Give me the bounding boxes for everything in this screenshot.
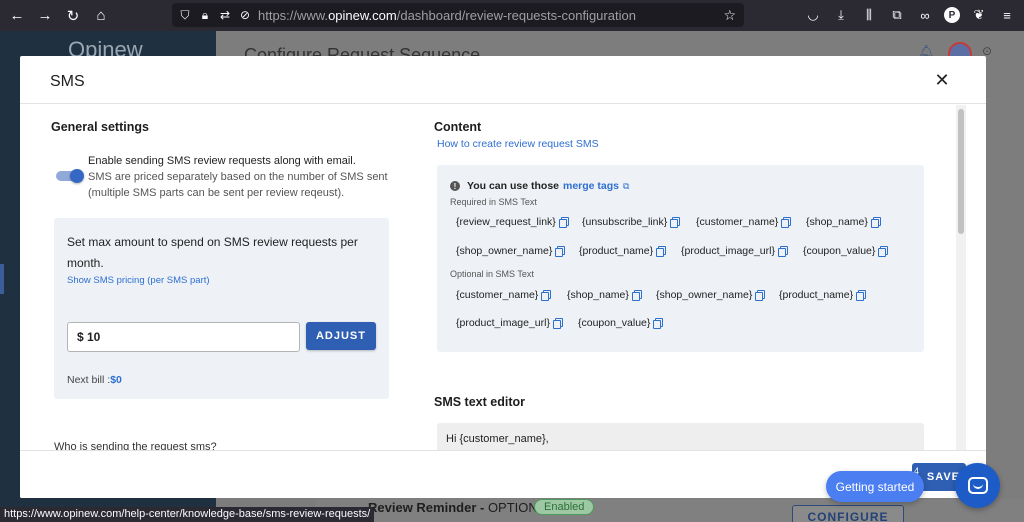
chat-launcher-button[interactable] xyxy=(955,463,1000,508)
copy-icon[interactable] xyxy=(670,217,681,228)
general-settings-heading: General settings xyxy=(51,120,149,134)
merge-tag[interactable]: {coupon_value} xyxy=(803,245,889,257)
shield-icon[interactable]: ⛉ xyxy=(178,8,192,23)
copy-icon[interactable] xyxy=(555,246,566,257)
browser-toolbar: ← → ↻ ⌂ ⛉ 🔒︎ ⇄ ⊘ https://www.opinew.com/… xyxy=(0,0,1024,31)
chat-icon xyxy=(967,477,988,494)
sms-editor-heading: SMS text editor xyxy=(434,395,525,409)
sms-modal: SMS ✕ General settings Enable sending SM… xyxy=(20,56,986,498)
copy-icon[interactable] xyxy=(552,318,563,329)
downloads-icon[interactable]: ⤓ xyxy=(832,5,850,25)
bookmark-star-icon[interactable]: ☆ xyxy=(723,7,736,24)
merge-tag[interactable]: {coupon_value} xyxy=(578,317,664,329)
merge-tags-panel: ! You can use those merge tags ⧉ Require… xyxy=(437,165,924,352)
modal-header: SMS ✕ xyxy=(20,56,986,104)
modal-scrollbar[interactable] xyxy=(956,105,966,450)
copy-icon[interactable] xyxy=(856,290,867,301)
back-icon[interactable]: ← xyxy=(4,3,30,29)
reload-icon[interactable]: ↻ xyxy=(60,3,86,29)
budget-title: Set max amount to spend on SMS review re… xyxy=(67,235,358,270)
max-amount-input[interactable]: $ 10 xyxy=(67,322,300,352)
merge-tag[interactable]: {shop_owner_name} xyxy=(456,245,566,257)
merge-tag[interactable]: {product_image_url} xyxy=(681,245,788,257)
merge-tag[interactable]: {shop_owner_name} xyxy=(656,289,766,301)
modal-body: General settings Enable sending SMS revi… xyxy=(20,105,986,450)
copy-icon[interactable] xyxy=(777,246,788,257)
how-to-create-link[interactable]: How to create review request SMS xyxy=(437,138,599,150)
review-reminder-label: Review Reminder - OPTIONAL xyxy=(368,500,554,515)
merge-tag[interactable]: {customer_name} xyxy=(696,216,792,228)
sidebar-active-indicator xyxy=(0,264,4,294)
copy-icon[interactable] xyxy=(653,318,664,329)
merge-tag[interactable]: {customer_name} xyxy=(456,289,552,301)
toggle-label-text: Enable sending SMS review requests along… xyxy=(88,155,356,167)
merge-tag[interactable]: {product_name} xyxy=(779,289,867,301)
extension-leaf-icon[interactable]: ❦ xyxy=(970,5,988,25)
enable-sms-toggle[interactable] xyxy=(56,169,84,183)
optional-caption: Optional in SMS Text xyxy=(450,269,534,279)
next-bill: Next bill :$0 xyxy=(67,374,122,386)
sms-pricing-link[interactable]: Show SMS pricing (per SMS part) xyxy=(67,275,210,286)
status-badge: Enabled xyxy=(534,499,595,515)
content-heading: Content xyxy=(434,120,482,134)
extension-mask-icon[interactable]: ∞ xyxy=(916,5,934,25)
merge-tag[interactable]: {shop_name} xyxy=(806,216,881,228)
merge-tag[interactable]: {review_request_link} xyxy=(456,216,569,228)
toggle-sub-text: SMS are priced separately based on the n… xyxy=(88,171,388,199)
copy-icon[interactable] xyxy=(870,217,881,228)
lock-icon[interactable]: 🔒︎ xyxy=(198,8,212,23)
info-icon: ! xyxy=(450,181,460,191)
scrollbar-thumb[interactable] xyxy=(958,109,964,234)
copy-icon[interactable] xyxy=(656,246,667,257)
toggle-knob xyxy=(70,169,84,183)
modal-title: SMS xyxy=(50,73,85,90)
url-text[interactable]: https://www.opinew.com/dashboard/review-… xyxy=(258,8,636,23)
menu-icon[interactable]: ≡ xyxy=(998,5,1016,25)
merge-tag[interactable]: {product_image_url} xyxy=(456,317,563,329)
home-icon[interactable]: ⌂ xyxy=(88,3,114,29)
permissions-icon[interactable]: ⇄ xyxy=(218,8,232,22)
copy-icon[interactable] xyxy=(878,246,889,257)
merge-tags-link[interactable]: merge tags xyxy=(563,180,619,192)
copy-icon[interactable] xyxy=(558,217,569,228)
profile-avatar[interactable]: P xyxy=(944,7,960,23)
enable-sms-label: Enable sending SMS review requests along… xyxy=(88,153,388,201)
close-icon[interactable]: ✕ xyxy=(934,71,950,89)
configure-button[interactable]: CONFIGURE xyxy=(792,505,904,522)
merge-tags-header: ! You can use those merge tags ⧉ xyxy=(450,180,629,192)
status-bar-url: https://www.opinew.com/help-center/knowl… xyxy=(0,507,375,522)
getting-started-button[interactable]: Getting started xyxy=(826,471,924,502)
required-caption: Required in SMS Text xyxy=(450,197,537,207)
autoplay-blocked-icon[interactable]: ⊘ xyxy=(238,8,252,22)
adjust-button[interactable]: ADJUST xyxy=(306,322,376,350)
merge-tag[interactable]: {product_name} xyxy=(579,245,667,257)
copy-icon[interactable] xyxy=(541,290,552,301)
forward-icon[interactable]: → xyxy=(32,3,58,29)
pocket-icon[interactable]: ◡ xyxy=(804,5,822,25)
copy-icon[interactable] xyxy=(631,290,642,301)
sms-text-editor[interactable]: Hi {customer_name}, xyxy=(437,423,924,450)
merge-tag[interactable]: {shop_name} xyxy=(567,289,642,301)
external-link-icon: ⧉ xyxy=(623,180,630,191)
url-bar[interactable]: ⛉ 🔒︎ ⇄ ⊘ https://www.opinew.com/dashboar… xyxy=(172,3,744,27)
budget-panel: Set max amount to spend on SMS review re… xyxy=(54,218,389,399)
merge-tag[interactable]: {unsubscribe_link} xyxy=(582,216,681,228)
extensions-icon[interactable]: ⧉ xyxy=(888,5,906,25)
copy-icon[interactable] xyxy=(755,290,766,301)
sender-section-heading: Who is sending the request sms? xyxy=(54,441,217,450)
library-icon[interactable]: ⫼ xyxy=(860,5,878,25)
copy-icon[interactable] xyxy=(781,217,792,228)
